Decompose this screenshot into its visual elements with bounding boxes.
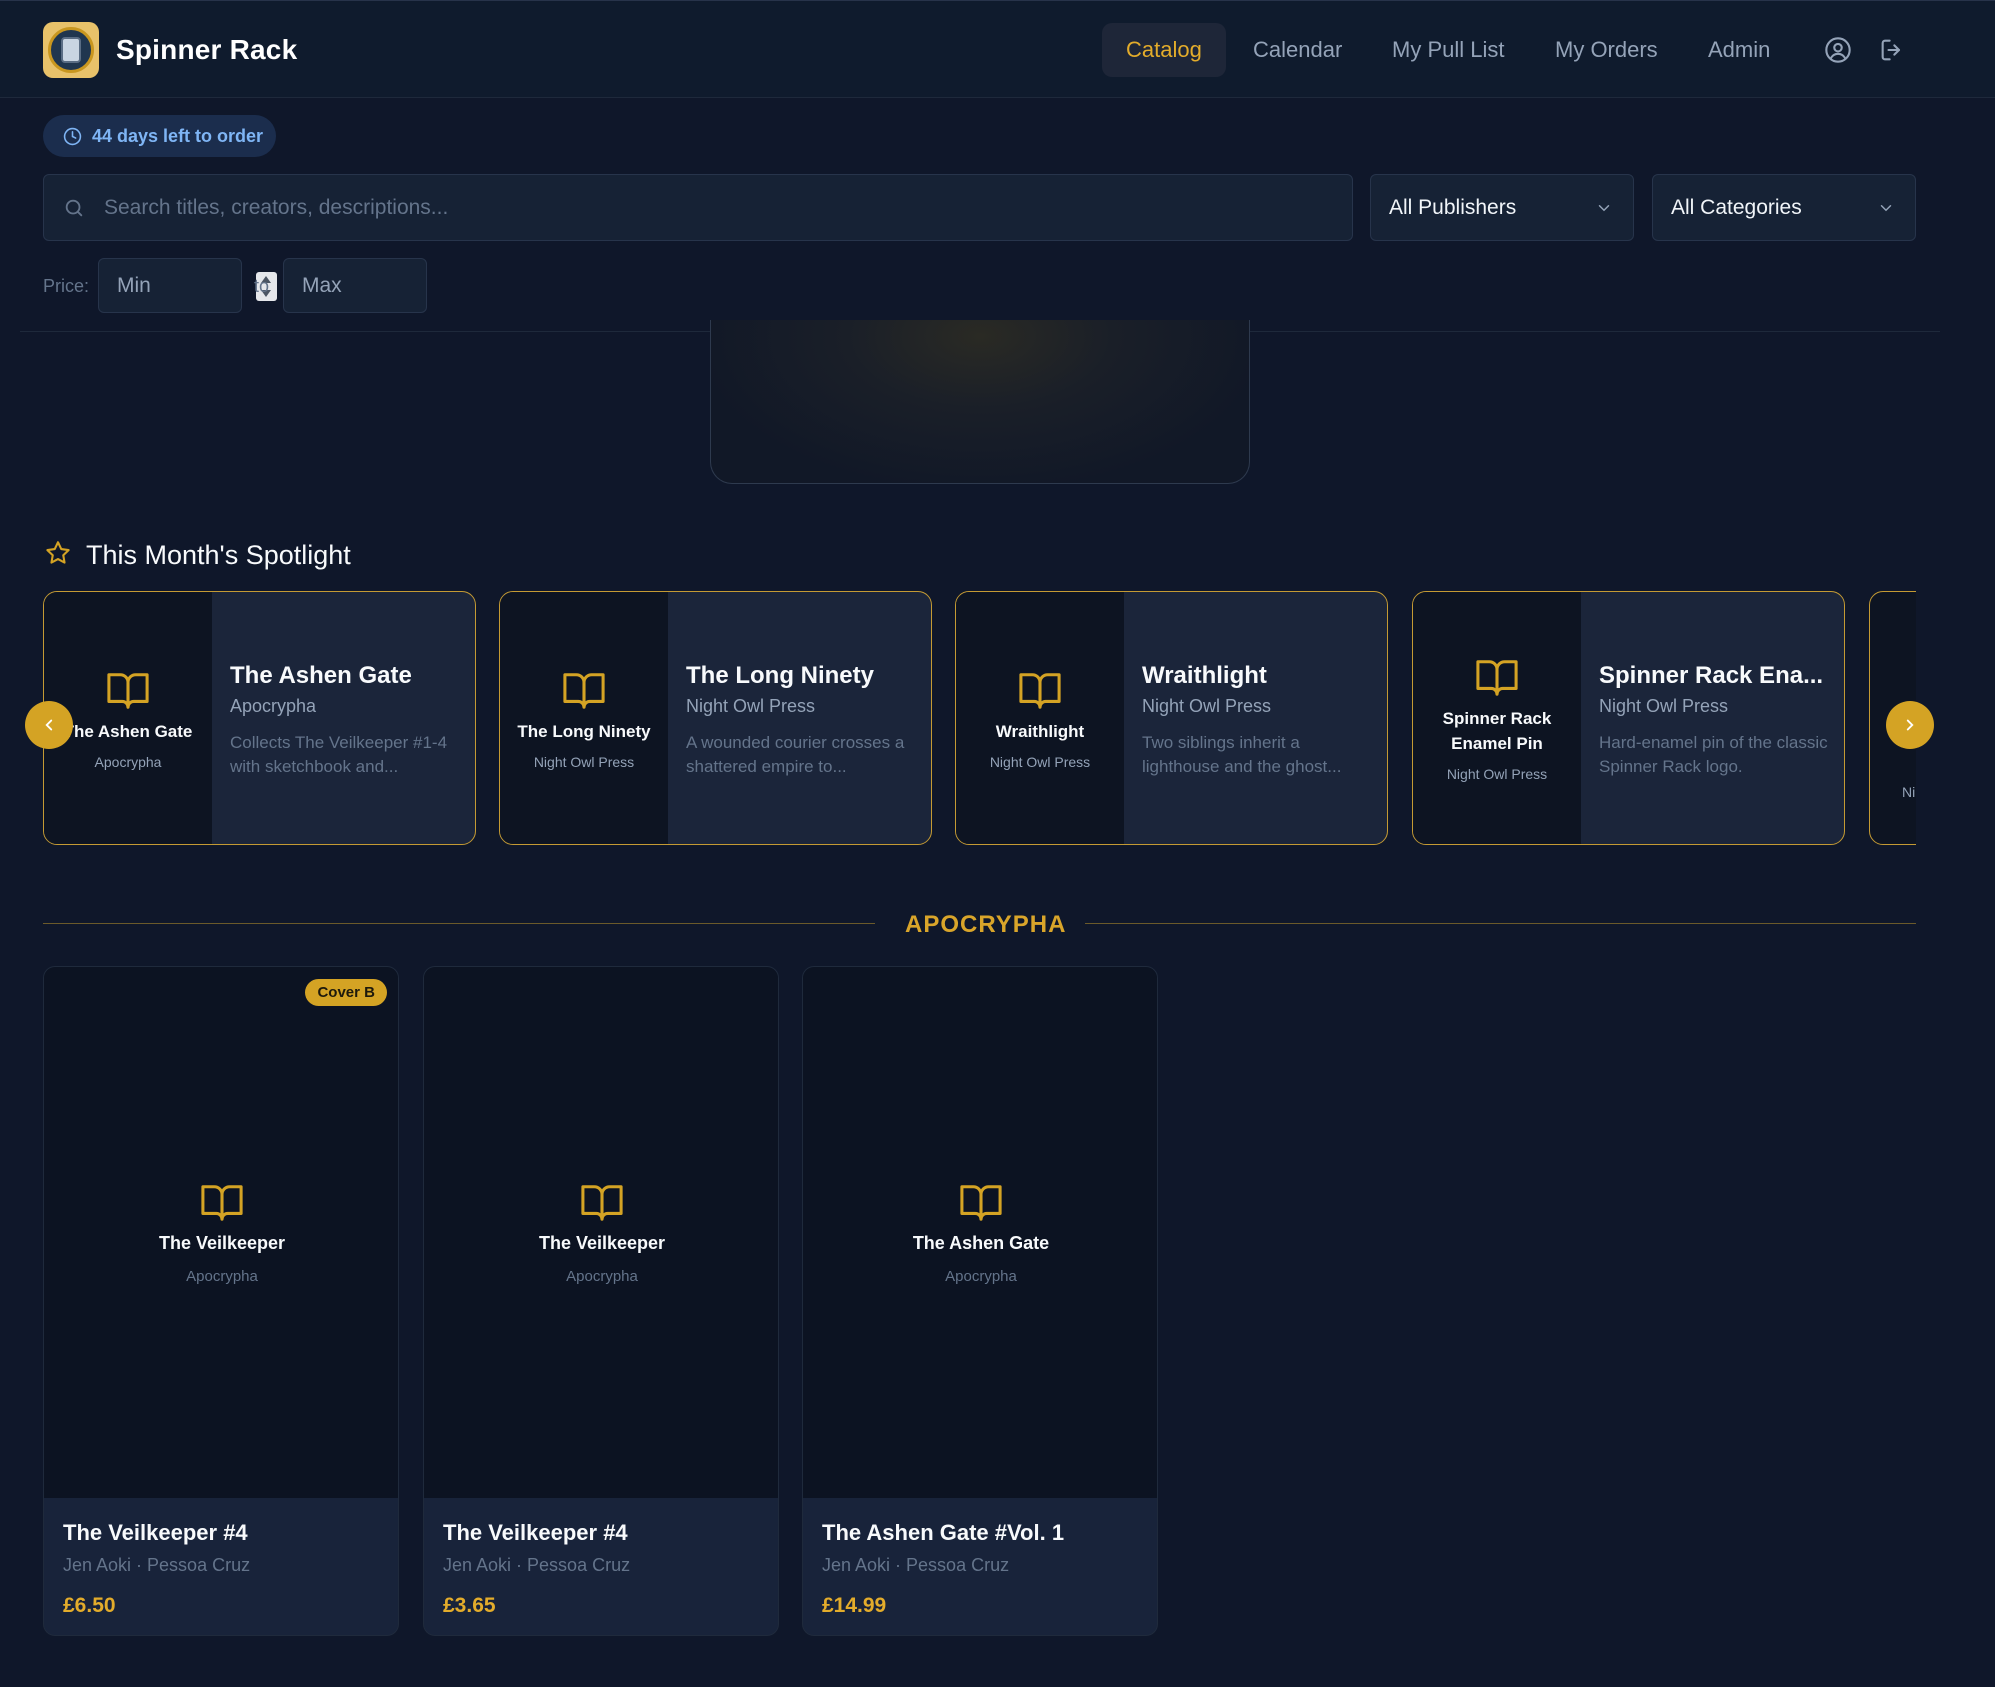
spotlight-title: This Month's Spotlight [86, 540, 351, 570]
nav-my-pull-list[interactable]: My Pull List [1368, 23, 1528, 77]
spotlight-card[interactable]: Spinner Rack Enamel Pin Night Owl Press … [1412, 591, 1845, 845]
product-cover: The Veilkeeper Apocrypha [44, 967, 398, 1498]
product-price: £6.50 [63, 1594, 116, 1617]
cover-title: The Ashen Gate [63, 721, 193, 741]
spotlight-card-cover: The Long Ninety Night Owl Press [500, 592, 668, 844]
cover-publisher: Apocrypha [945, 1267, 1017, 1285]
chevron-down-icon [1880, 205, 1892, 212]
spotlight-card-description: Hard-enamel pin of the classic Spinner R… [1599, 733, 1828, 776]
spotlight-card[interactable]: Wraithlight Night Owl Press Wraithlight … [955, 591, 1388, 845]
cover-publisher: Ni [1902, 784, 1916, 800]
brand-name[interactable]: Spinner Rack [116, 34, 297, 66]
spotlight-card-title: Spinner Rack Ena... [1599, 662, 1824, 689]
spotlight-card-publisher: Night Owl Press [686, 696, 816, 716]
spotlight-card-description: A wounded courier crosses a shattered em… [686, 733, 905, 776]
chevron-left-icon [45, 719, 53, 731]
hero-banner [710, 320, 1250, 484]
book-icon [563, 672, 605, 709]
book-icon [1019, 672, 1061, 709]
carousel-prev-button[interactable] [25, 701, 73, 749]
user-circle-icon[interactable] [1824, 36, 1852, 64]
search-box[interactable] [43, 174, 1353, 241]
product-card[interactable]: The Veilkeeper Apocrypha The Veilkeeper … [423, 966, 779, 1636]
chevron-down-icon [1598, 205, 1610, 212]
section-title: APOCRYPHA [905, 911, 1067, 938]
spotlight-card[interactable]: The Ashen Gate Apocrypha The Ashen Gate … [43, 591, 476, 845]
cover-title: Wraithlight [995, 721, 1085, 741]
publisher-select-value: All Publishers [1389, 195, 1517, 219]
cover-publisher: Night Owl Press [1446, 766, 1548, 782]
product-cover: The Ashen Gate Apocrypha [803, 967, 1157, 1498]
logo-emblem [48, 27, 94, 73]
spotlight-card-cover: Wraithlight Night Owl Press [956, 592, 1124, 844]
book-icon [960, 1184, 1002, 1221]
carousel-next-button[interactable] [1886, 701, 1934, 749]
logout-icon[interactable] [1878, 36, 1906, 64]
nav-calendar[interactable]: Calendar [1229, 23, 1366, 77]
product-creators: Jen Aoki · Pessoa Cruz [822, 1555, 1010, 1575]
price-max-input[interactable] [302, 259, 402, 312]
top-header: Spinner Rack Catalog Calendar My Pull Li… [0, 0, 1995, 98]
search-icon [65, 199, 83, 217]
cover-publisher: Apocrypha [186, 1267, 258, 1285]
nav-my-orders[interactable]: My Orders [1531, 23, 1682, 77]
nav-admin[interactable]: Admin [1684, 23, 1794, 77]
product-card[interactable]: The Ashen Gate Apocrypha The Ashen Gate … [802, 966, 1158, 1636]
product-cover: The Veilkeeper Apocrypha [424, 967, 778, 1498]
cover-publisher: Apocrypha [566, 1267, 638, 1285]
spotlight-carousel: The Ashen Gate Apocrypha The Ashen Gate … [43, 591, 1916, 847]
product-price: £14.99 [822, 1594, 887, 1617]
product-title: The Ashen Gate #Vol. 1 [822, 1520, 1065, 1545]
product-creators: Jen Aoki · Pessoa Cruz [443, 1555, 631, 1575]
product-title: The Veilkeeper #4 [63, 1520, 248, 1545]
chevron-right-icon [1906, 719, 1914, 731]
price-min-field[interactable] [98, 258, 277, 313]
book-icon [581, 1184, 623, 1221]
order-deadline-badge: 44 days left to order [43, 115, 276, 157]
clock-icon [63, 127, 82, 145]
spotlight-card-title: The Long Ninety [686, 662, 874, 689]
section-divider-left [43, 923, 875, 924]
cover-title: The Ashen Gate [912, 1232, 1050, 1253]
spotlight-card-cover: Spinner Rack Enamel Pin Night Owl Press [1413, 592, 1581, 844]
book-icon [201, 1184, 243, 1221]
product-creators: Jen Aoki · Pessoa Cruz [63, 1555, 251, 1575]
spotlight-card-publisher: Night Owl Press [1599, 696, 1729, 716]
cover-title: The Long Ninety [517, 721, 651, 741]
cover-publisher: Night Owl Press [989, 753, 1091, 770]
category-select[interactable]: All Categories [1652, 174, 1916, 241]
spotlight-card-publisher: Night Owl Press [1142, 696, 1272, 716]
category-select-value: All Categories [1671, 195, 1802, 219]
section-divider-right [1085, 923, 1916, 924]
book-icon [1476, 660, 1518, 696]
spotlight-card[interactable]: The Long Ninety Night Owl Press The Long… [499, 591, 932, 845]
days-left-text: 44 days left to order [92, 125, 264, 146]
spotlight-card-description: Collects The Veilkeeper #1-4 with sketch… [230, 733, 448, 776]
spotlight-card-title: The Ashen Gate [230, 662, 412, 689]
price-max-field[interactable] [283, 258, 427, 313]
cover-title: The Veilkeeper [538, 1232, 666, 1253]
product-card[interactable]: The Veilkeeper Apocrypha Cover B The Vei… [43, 966, 399, 1636]
spotlight-card-description: Two siblings inherit a lighthouse and th… [1142, 733, 1342, 776]
spotlight-card-publisher: Apocrypha [230, 696, 317, 716]
price-to-label: to [254, 276, 270, 296]
star-icon [46, 541, 70, 564]
price-min-input[interactable] [117, 259, 217, 312]
spotlight-card-title: Wraithlight [1142, 662, 1267, 689]
price-label: Price: [43, 276, 90, 296]
product-price: £3.65 [443, 1594, 496, 1617]
nav-catalog[interactable]: Catalog [1102, 23, 1226, 77]
product-title: The Veilkeeper #4 [443, 1520, 628, 1545]
cover-title: Spinner Rack Enamel Pin [1442, 709, 1552, 753]
publisher-select[interactable]: All Publishers [1370, 174, 1634, 241]
cover-publisher: Apocrypha [94, 753, 162, 770]
cover-title: The Veilkeeper [158, 1232, 286, 1253]
search-input[interactable] [104, 175, 1334, 240]
book-icon [107, 672, 149, 709]
logo[interactable] [43, 22, 99, 78]
cover-publisher: Night Owl Press [533, 753, 635, 770]
variant-badge: Cover B [305, 979, 387, 1006]
